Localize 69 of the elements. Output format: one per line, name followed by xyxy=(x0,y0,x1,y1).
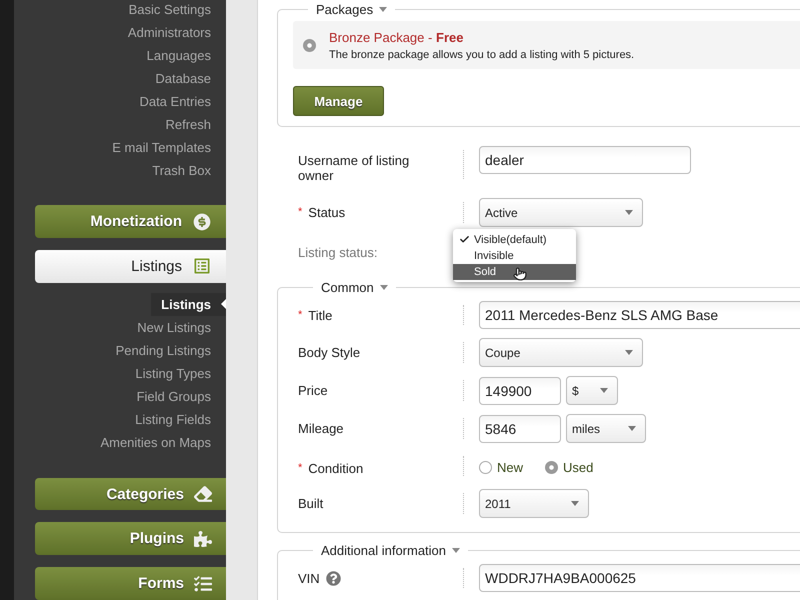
number-field[interactable]: 5846 xyxy=(479,414,561,442)
help-icon[interactable] xyxy=(326,571,341,586)
sidebar-link[interactable]: New Listings xyxy=(137,316,211,339)
text-field[interactable]: WDDRJ7HA9BA000625 xyxy=(479,564,800,592)
caret-icon xyxy=(625,210,633,215)
caret-icon xyxy=(625,350,633,355)
radio-option[interactable]: Used xyxy=(545,460,594,475)
section-legend: Common xyxy=(321,280,374,295)
puzzle-icon xyxy=(194,530,212,548)
field-label: VIN xyxy=(298,571,320,586)
caret-icon[interactable] xyxy=(380,285,388,290)
eraser-icon xyxy=(194,485,212,504)
caret-icon[interactable] xyxy=(452,548,460,553)
dollar-coin-icon xyxy=(192,212,212,232)
caret-icon xyxy=(571,501,579,506)
sidebar-link[interactable]: Field Groups xyxy=(136,384,211,408)
manage-button[interactable]: Manage xyxy=(293,86,384,116)
required-mark: * xyxy=(298,461,302,476)
sidebar-link[interactable]: Pending Listings xyxy=(116,338,211,362)
checklist-icon xyxy=(194,574,212,593)
sidebar-section-button[interactable]: Categories xyxy=(35,478,226,510)
radio-option[interactable]: New xyxy=(479,460,524,475)
sidebar-section-button[interactable]: Forms xyxy=(35,567,226,600)
sidebar-link[interactable]: Listing Fields xyxy=(135,408,211,431)
unit-select[interactable]: $ xyxy=(566,376,618,405)
sidebar-link[interactable]: Trash Box xyxy=(152,159,211,182)
sidebar-link[interactable]: Refresh xyxy=(165,113,211,136)
sidebar-section-button[interactable]: Plugins xyxy=(35,522,226,556)
field-label: Title xyxy=(308,308,332,323)
select-field[interactable]: Active xyxy=(479,198,643,227)
sidebar-section-button[interactable]: Monetization xyxy=(35,205,226,238)
caret-icon xyxy=(628,426,636,431)
menu-item[interactable]: Visible(default) xyxy=(453,232,576,248)
field-label: Mileage xyxy=(298,421,344,436)
caret-icon[interactable] xyxy=(379,7,388,12)
sidebar-link[interactable]: E mail Templates xyxy=(112,136,211,159)
section-legend: Additional information xyxy=(321,543,446,558)
package-card[interactable]: Bronze Package - Free The bronze package allows you to add a listing with 5 pictures. xyxy=(293,21,800,69)
section-legend: Packages xyxy=(316,2,374,17)
field-label: Condition xyxy=(308,461,364,476)
select-field[interactable]: 2011 xyxy=(479,489,589,518)
sidebar-link[interactable]: Listing Types xyxy=(135,362,211,385)
select-field[interactable]: Coupe xyxy=(479,338,643,367)
sidebar-section-button[interactable]: Listings xyxy=(35,250,226,283)
field-label: Body Style xyxy=(298,345,360,360)
sidebar-link[interactable]: Database xyxy=(155,67,211,90)
sidebar-link[interactable]: Data Entries xyxy=(139,90,211,113)
text-field[interactable]: 2011 Mercedes-Benz SLS AMG Base xyxy=(479,301,800,329)
sidebar-link[interactable]: Basic Settings xyxy=(128,0,211,21)
menu-item[interactable]: Sold xyxy=(453,264,576,280)
field-label: Built xyxy=(298,496,324,511)
number-field[interactable]: 149900 xyxy=(479,376,561,404)
menu-item[interactable]: Invisible xyxy=(453,248,576,264)
field-label: Price xyxy=(298,383,328,398)
unit-select[interactable]: miles xyxy=(566,414,646,443)
caret-icon xyxy=(600,388,608,393)
text-field[interactable]: dealer xyxy=(479,146,691,174)
required-mark: * xyxy=(298,308,302,323)
package-description: The bronze package allows you to add a listing with 5 pictures. xyxy=(329,48,634,60)
sidebar-link[interactable]: Amenities on Maps xyxy=(100,430,211,454)
sidebar-link[interactable]: Listings xyxy=(151,292,226,316)
package-title: Bronze Package - Free xyxy=(329,30,464,44)
field-label: Listing status: xyxy=(298,245,378,260)
field-label: Username of listing owner xyxy=(298,153,410,183)
field-label: Status xyxy=(308,205,346,220)
list-icon xyxy=(192,256,212,276)
sidebar-link[interactable]: Languages xyxy=(146,44,211,67)
sidebar-link[interactable]: Administrators xyxy=(128,21,211,44)
required-mark: * xyxy=(298,205,302,220)
